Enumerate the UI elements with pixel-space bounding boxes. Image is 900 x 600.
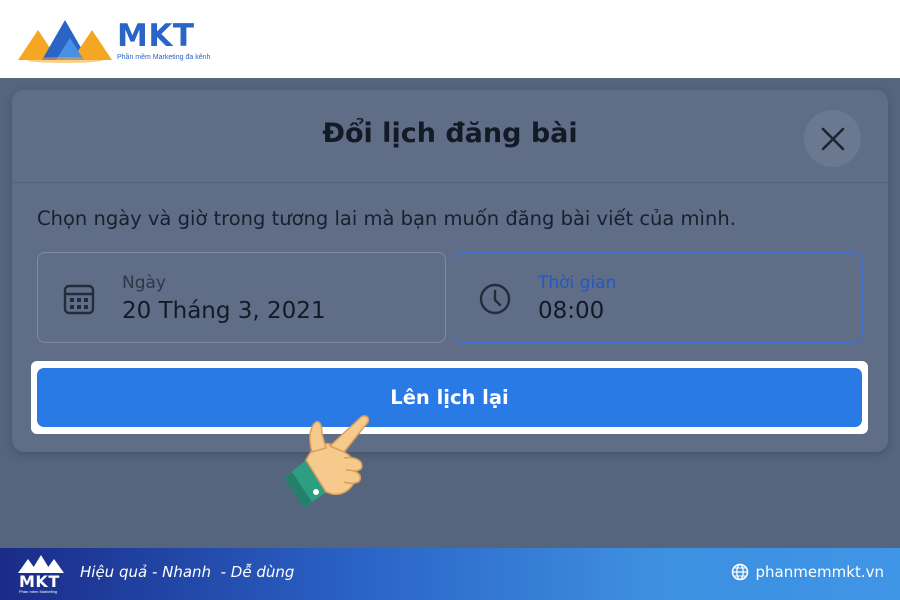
mkt-logo: MKT Phần mềm Marketing đa kênh [16,14,226,66]
footer-logo: MKT Phần mềm Marketing [17,553,67,595]
date-label: Ngày [122,273,166,293]
dialog-description: Chọn ngày và giờ trong tương lai mà bạn … [37,207,736,230]
clock-icon [479,283,511,315]
confirm-button-highlight: Lên lịch lại [31,361,868,434]
footer-band: MKT Phần mềm Marketing Hiệu quả - Nhanh … [0,548,900,600]
close-icon [821,127,844,150]
pointing-hand-icon [284,415,370,508]
time-field[interactable]: Thời gian 08:00 [453,252,863,343]
logo-tagline: Phần mềm Marketing đa kênh [117,54,211,61]
close-button[interactable] [804,110,861,167]
reschedule-button[interactable]: Lên lịch lại [37,368,862,427]
globe-icon [732,563,749,581]
footer-slogan: Hiệu quả - Nhanh - Dễ dùng [80,563,295,581]
time-label: Thời gian [538,273,617,293]
footer-website-text: phanmemmkt.vn [755,563,884,581]
dialog-title: Đổi lịch đăng bài [322,118,578,149]
logo-text: MKT [117,18,195,54]
time-value: 08:00 [538,298,605,324]
calendar-icon [63,284,95,315]
brand-header: MKT Phần mềm Marketing đa kênh [0,0,900,78]
logo-mountains-icon [18,20,112,63]
date-value: 20 Tháng 3, 2021 [122,298,326,324]
footer-logo-sub: Phần mềm Marketing [19,589,58,594]
footer-website[interactable]: phanmemmkt.vn [731,563,884,581]
date-field[interactable]: Ngày 20 Tháng 3, 2021 [37,252,446,343]
reschedule-dialog: Đổi lịch đăng bài Chọn ngày và giờ trong… [12,90,888,452]
dialog-header: Đổi lịch đăng bài [12,90,888,183]
